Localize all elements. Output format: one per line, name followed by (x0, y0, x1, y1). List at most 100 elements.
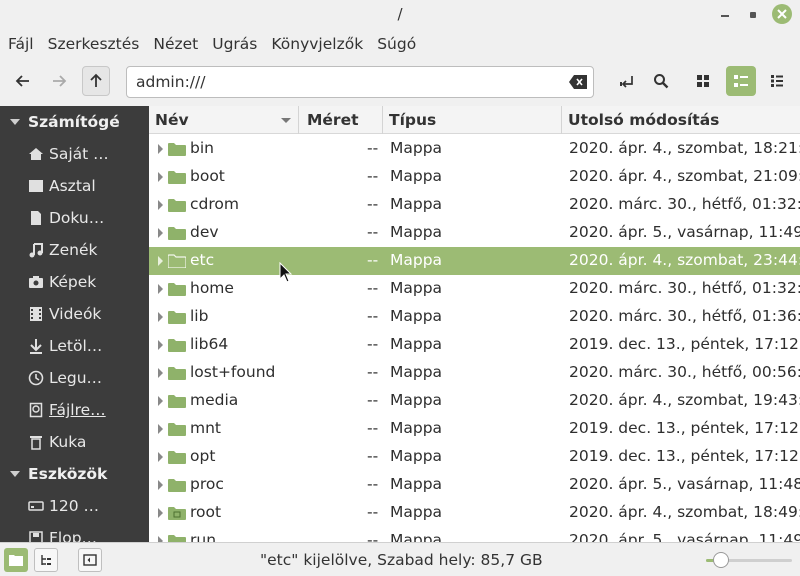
sidebar-item-downloads[interactable]: Letöl… (0, 330, 149, 362)
table-row[interactable]: lib -- Mappa 2020. márc. 30., hétfő, 01:… (149, 303, 800, 331)
expand-icon[interactable] (158, 144, 163, 154)
table-row[interactable]: dev -- Mappa 2020. ápr. 5., vasárnap, 11… (149, 219, 800, 247)
status-text: "etc" kijelölve, Szabad hely: 85,7 GB (260, 551, 543, 569)
expand-icon[interactable] (158, 396, 163, 406)
sidebar-item-label: Asztal (49, 177, 96, 195)
forward-button[interactable] (44, 66, 74, 96)
file-type: Mappa (390, 307, 443, 325)
expand-icon[interactable] (158, 340, 163, 350)
sidebar-item-drive[interactable]: 120 … (0, 490, 149, 522)
sidebar-item-floppy[interactable]: Flop… (0, 522, 149, 542)
sidebar-section-computer[interactable]: Számítógé (0, 106, 149, 138)
table-row[interactable]: home -- Mappa 2020. márc. 30., hétfő, 01… (149, 275, 800, 303)
compact-view-button[interactable] (762, 66, 792, 96)
minimize-button[interactable] (716, 6, 734, 24)
file-type: Mappa (390, 419, 443, 437)
expand-icon[interactable] (158, 508, 163, 518)
folder-icon (168, 451, 186, 464)
expand-icon[interactable] (158, 452, 163, 462)
expand-icon[interactable] (158, 312, 163, 322)
list-view-icon (734, 75, 748, 87)
expand-icon[interactable] (158, 480, 163, 490)
table-row[interactable]: run -- Mappa 2020. ápr. 5., vasárnap, 11… (149, 527, 800, 542)
file-name: run (190, 531, 217, 542)
show-tree-button[interactable] (34, 548, 58, 572)
close-button[interactable] (772, 4, 792, 24)
file-name: cdrom (190, 195, 239, 213)
table-row[interactable]: bin -- Mappa 2020. ápr. 4., szombat, 18:… (149, 135, 800, 163)
sidebar-item-home[interactable]: Saját … (0, 138, 149, 170)
file-type: Mappa (390, 251, 443, 269)
icon-view-button[interactable] (688, 66, 718, 96)
videos-icon (27, 305, 45, 323)
sidebar-item-trash[interactable]: Kuka (0, 426, 149, 458)
sidebar-item-label: Saját … (49, 145, 109, 163)
sidebar-item-filesystem[interactable]: Fájlre… (0, 394, 149, 426)
table-row[interactable]: mnt -- Mappa 2019. dec. 13., péntek, 17:… (149, 415, 800, 443)
up-button[interactable] (82, 66, 110, 96)
sidebar-item-pictures[interactable]: Képek (0, 266, 149, 298)
expand-icon[interactable] (158, 256, 163, 266)
show-places-button[interactable] (4, 548, 28, 572)
menu-file[interactable]: Fájl (8, 30, 34, 58)
table-row[interactable]: lost+found -- Mappa 2020. márc. 30., hét… (149, 359, 800, 387)
table-row[interactable]: boot -- Mappa 2020. ápr. 4., szombat, 21… (149, 163, 800, 191)
expand-icon[interactable] (158, 228, 163, 238)
column-header-modified-label: Utolsó módosítás (568, 111, 720, 129)
sidebar-section-devices[interactable]: Eszközök (0, 458, 149, 490)
collapse-icon (10, 471, 20, 477)
list-view-button[interactable] (726, 66, 756, 96)
menu-help[interactable]: Súgó (377, 30, 416, 58)
sidebar-item-music[interactable]: Zenék (0, 234, 149, 266)
file-date: 2019. dec. 13., péntek, 17:12:3 (569, 419, 800, 437)
search-button[interactable] (646, 66, 676, 96)
sidebar-item-label: 120 … (49, 497, 100, 515)
documents-icon (27, 209, 45, 227)
file-type: Mappa (390, 503, 443, 521)
file-list: Név Méret Típus Utolsó módosítás bin -- … (149, 106, 800, 542)
column-header-size[interactable]: Méret (301, 106, 383, 134)
menu-go[interactable]: Ugrás (212, 30, 257, 58)
toggle-location-button[interactable] (612, 66, 642, 96)
menu-view[interactable]: Nézet (153, 30, 198, 58)
back-button[interactable] (8, 66, 38, 96)
window-title: / (397, 5, 403, 23)
table-row[interactable]: root -- Mappa 2020. ápr. 4., szombat, 18… (149, 499, 800, 527)
file-date: 2020. ápr. 4., szombat, 21:09:1 (569, 167, 800, 185)
menu-edit[interactable]: Szerkesztés (48, 30, 140, 58)
column-header-name[interactable]: Név (149, 106, 299, 134)
expand-icon[interactable] (158, 172, 163, 182)
sidebar-item-recent[interactable]: Legu… (0, 362, 149, 394)
sidebar-item-label: Flop… (49, 529, 98, 542)
toggle-sidebar-button[interactable] (78, 548, 102, 572)
maximize-button[interactable] (744, 6, 762, 24)
sidebar-item-documents[interactable]: Doku… (0, 202, 149, 234)
expand-icon[interactable] (158, 284, 163, 294)
clear-location-icon[interactable] (569, 75, 587, 89)
expand-icon[interactable] (158, 368, 163, 378)
sidebar-item-videos[interactable]: Videók (0, 298, 149, 330)
table-row[interactable]: proc -- Mappa 2020. ápr. 5., vasárnap, 1… (149, 471, 800, 499)
table-row[interactable]: lib64 -- Mappa 2019. dec. 13., péntek, 1… (149, 331, 800, 359)
zoom-slider-knob[interactable] (713, 552, 729, 568)
file-size: -- (367, 503, 379, 521)
column-header-modified[interactable]: Utolsó módosítás (562, 106, 800, 134)
expand-icon[interactable] (158, 424, 163, 434)
table-row-selected[interactable]: etc -- Mappa 2020. ápr. 4., szombat, 23:… (149, 247, 800, 275)
folder-icon (168, 535, 186, 542)
location-bar[interactable]: admin:/// (126, 66, 594, 98)
file-name: lib (190, 307, 209, 325)
file-name: root (190, 503, 222, 521)
table-row[interactable]: opt -- Mappa 2019. dec. 13., péntek, 17:… (149, 443, 800, 471)
location-text[interactable]: admin:/// (136, 73, 205, 91)
file-date: 2019. dec. 13., péntek, 17:12:3 (569, 335, 800, 353)
file-type: Mappa (390, 223, 443, 241)
column-header-type[interactable]: Típus (383, 106, 562, 134)
file-name: media (190, 391, 239, 409)
sidebar-item-desktop[interactable]: Asztal (0, 170, 149, 202)
file-date: 2020. márc. 30., hétfő, 01:32:0 (569, 195, 800, 213)
table-row[interactable]: cdrom -- Mappa 2020. márc. 30., hétfő, 0… (149, 191, 800, 219)
table-row[interactable]: media -- Mappa 2020. ápr. 4., szombat, 1… (149, 387, 800, 415)
expand-icon[interactable] (158, 200, 163, 210)
menu-bookmarks[interactable]: Könyvjelzők (271, 30, 363, 58)
